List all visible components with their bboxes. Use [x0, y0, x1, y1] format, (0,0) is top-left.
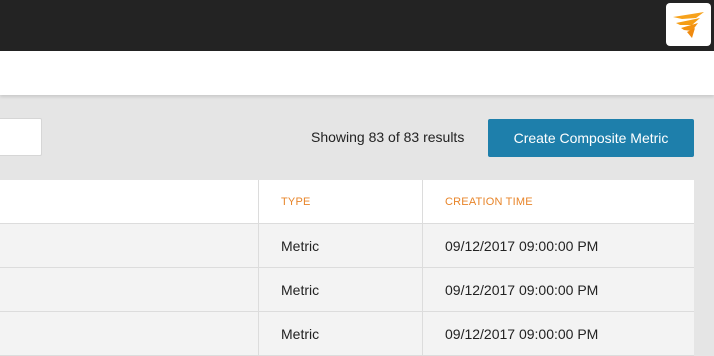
solarwinds-logo-icon [672, 11, 704, 38]
search-input[interactable] [0, 118, 42, 156]
sub-header-bar [0, 51, 714, 95]
cell-type: Metric [281, 326, 320, 342]
top-navbar [0, 0, 714, 51]
cell-creation-time: 09/12/2017 09:00:00 PM [445, 282, 599, 298]
cell-creation-time: 09/12/2017 09:00:00 PM [445, 238, 599, 254]
results-count: Showing 83 of 83 results [311, 129, 465, 145]
column-divider [422, 180, 423, 356]
create-composite-metric-button[interactable]: Create Composite Metric [488, 119, 694, 157]
table-header-row: TYPE CREATION TIME [0, 180, 694, 224]
column-header-creation-time[interactable]: CREATION TIME [445, 196, 533, 208]
metrics-table: TYPE CREATION TIME Metric 09/12/2017 09:… [0, 180, 694, 356]
cell-creation-time: 09/12/2017 09:00:00 PM [445, 326, 599, 342]
table-row[interactable]: Metric 09/12/2017 09:00:00 PM [0, 312, 694, 356]
column-header-type[interactable]: TYPE [281, 196, 311, 208]
cell-type: Metric [281, 282, 320, 298]
table-row[interactable]: Metric 09/12/2017 09:00:00 PM [0, 224, 694, 268]
app-logo-button[interactable] [666, 3, 711, 46]
table-row[interactable]: Metric 09/12/2017 09:00:00 PM [0, 268, 694, 312]
cell-type: Metric [281, 238, 320, 254]
column-divider [258, 180, 259, 356]
